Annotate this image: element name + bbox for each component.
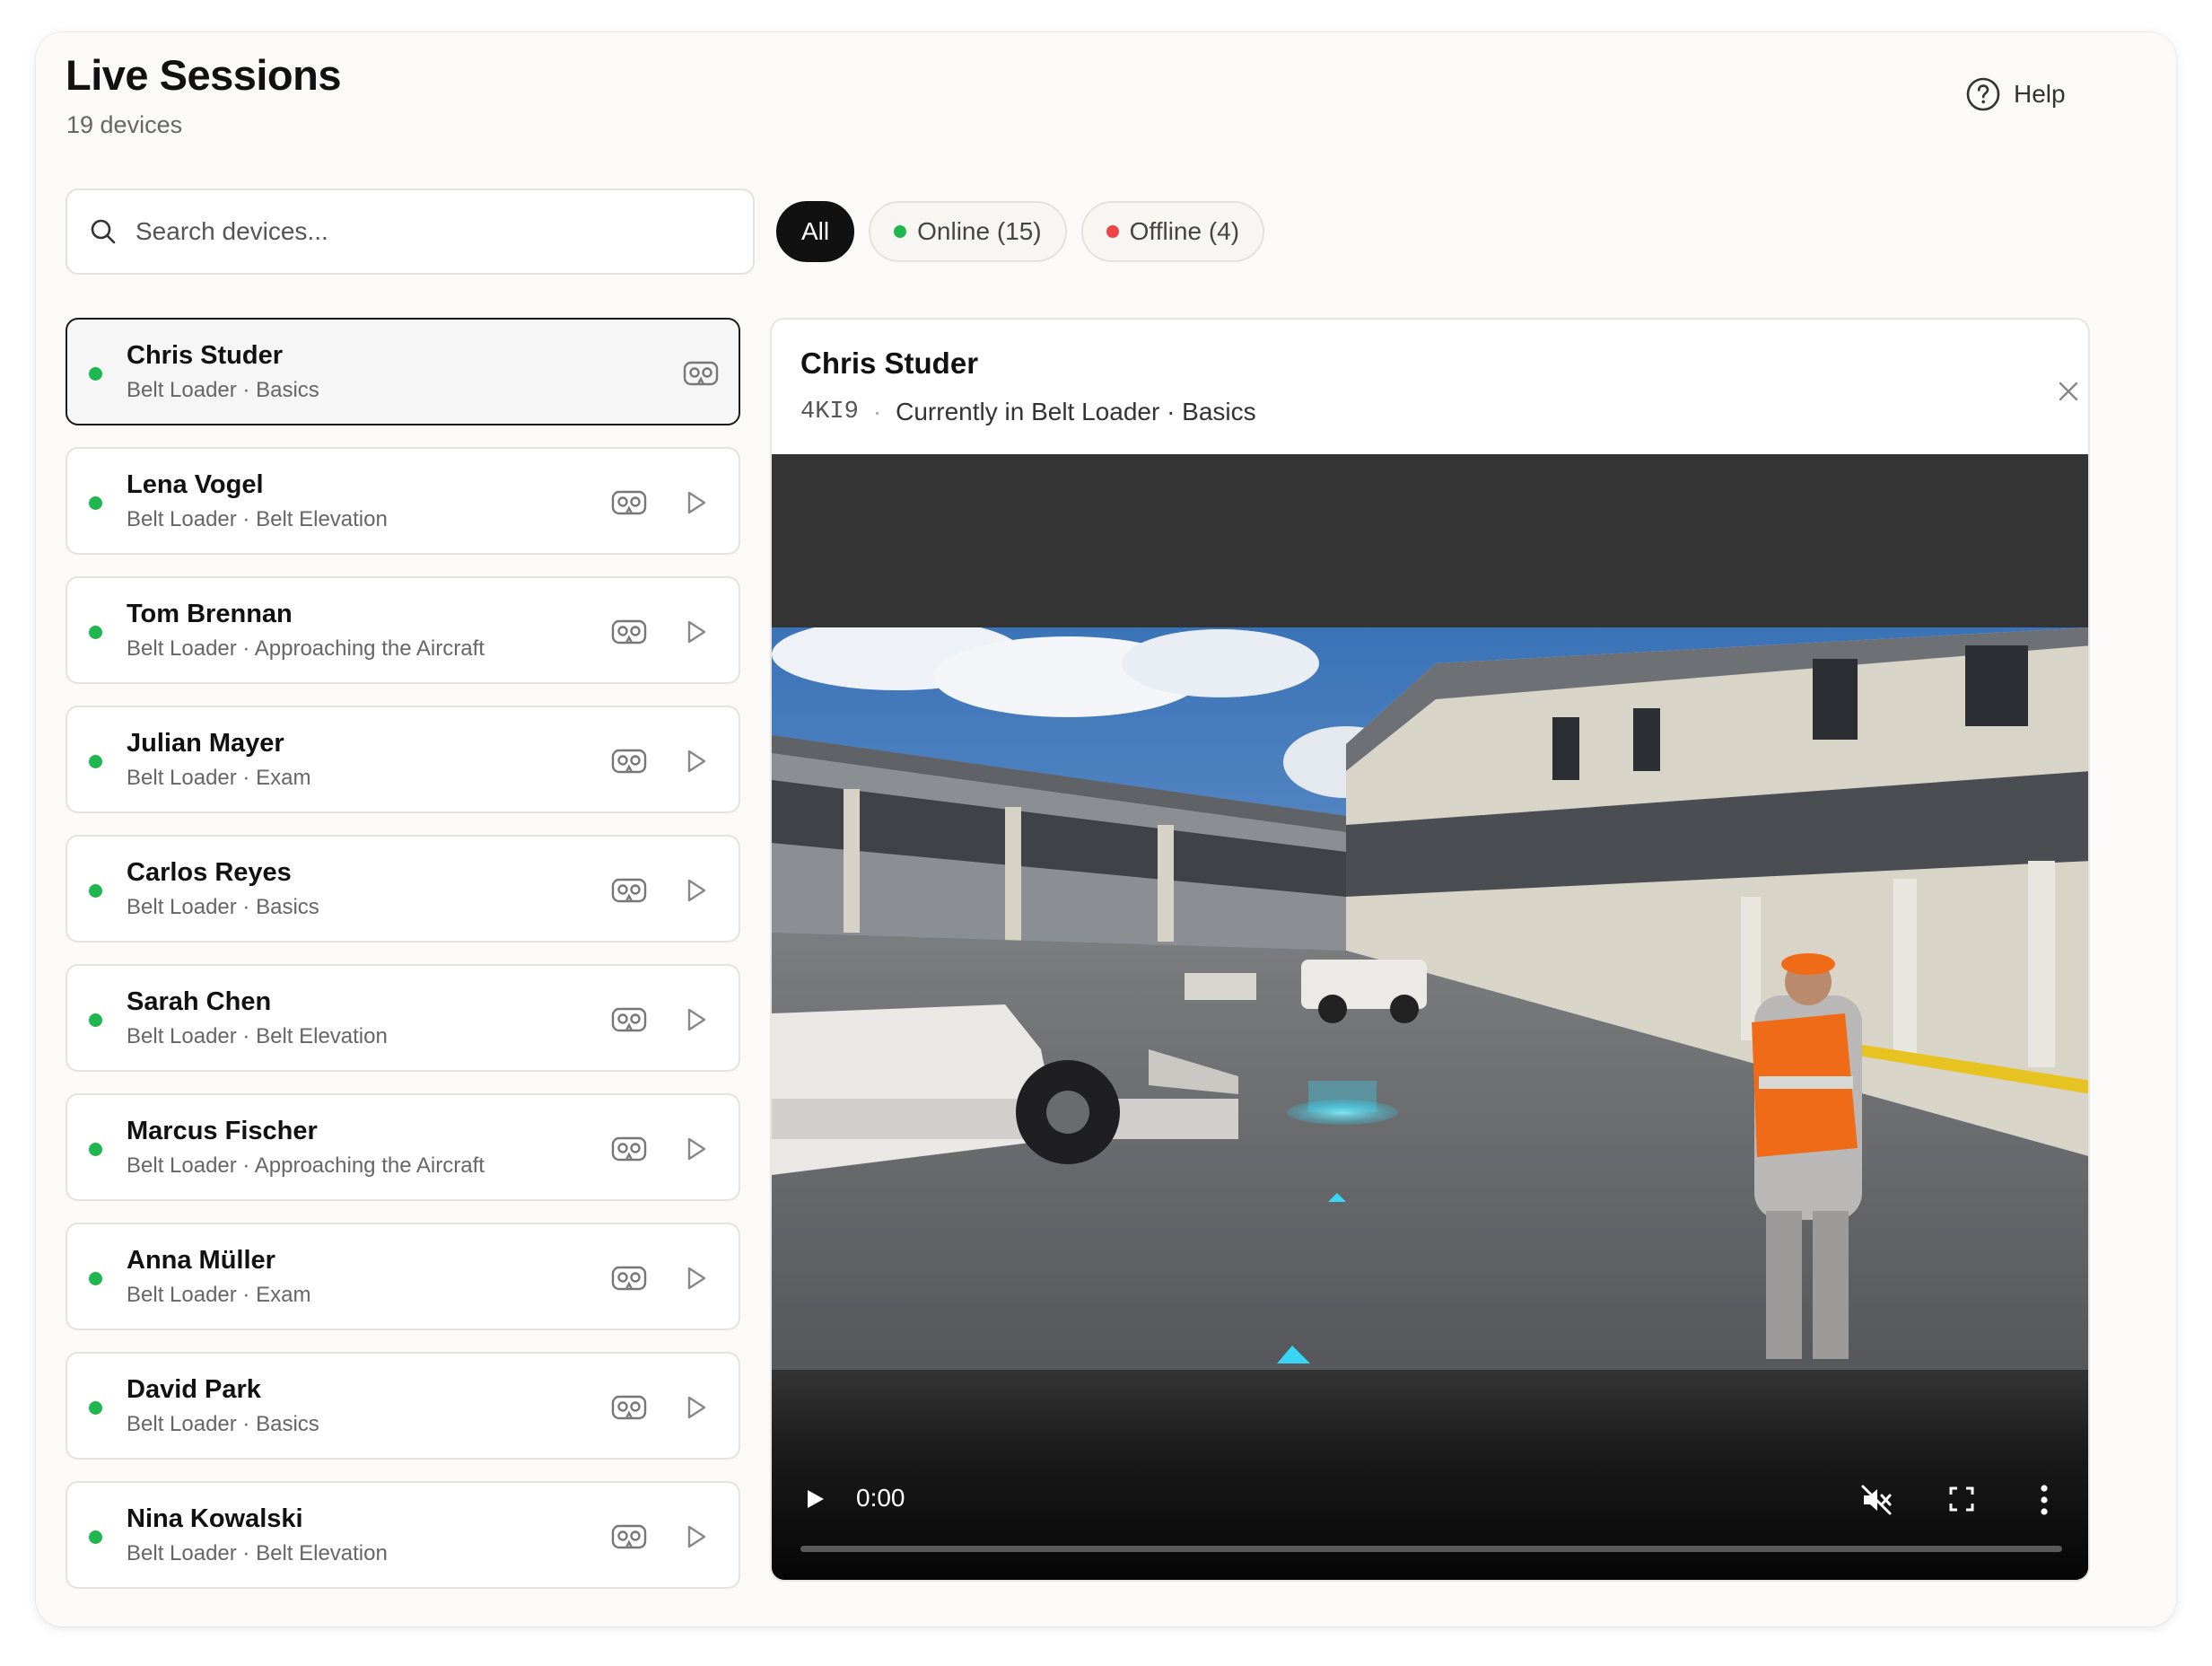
device-activity: Belt Loader · Belt Elevation [127,1024,388,1048]
device-activity: Belt Loader · Basics [127,1412,319,1436]
play-icon[interactable] [683,1004,710,1035]
offline-dot [1106,225,1119,238]
vr-headset-icon[interactable] [611,1523,647,1550]
muted-speaker-icon[interactable] [1859,1483,1893,1517]
session-video-player[interactable]: 0:00 [772,454,2088,1580]
search-icon [91,219,116,244]
device-card[interactable]: Julian Mayer Belt Loader · Exam [66,706,740,813]
help-label: Help [2014,80,2066,108]
play-icon[interactable] [683,1521,710,1552]
live-sessions-window: Live Sessions 19 devices Help All Online… [36,32,2176,1627]
vr-headset-icon[interactable] [611,618,647,645]
online-status-dot [89,1013,102,1027]
current-activity: Currently in Belt Loader · Basics [896,398,1256,425]
fullscreen-icon[interactable] [1947,1485,1976,1513]
device-name: Nina Kowalski [127,1504,303,1533]
device-name: Carlos Reyes [127,858,292,887]
play-icon[interactable] [683,875,710,906]
device-activity: Belt Loader · Approaching the Aircraft [127,1153,485,1178]
device-card[interactable]: Carlos Reyes Belt Loader · Basics [66,835,740,943]
device-name: Chris Studer [127,341,284,370]
play-icon[interactable] [683,487,710,518]
device-card[interactable]: David Park Belt Loader · Basics [66,1352,740,1460]
online-dot [894,225,907,238]
device-activity: Belt Loader · Belt Elevation [127,1541,388,1565]
filter-online-label: Online (15) [917,217,1042,245]
video-controls: 0:00 [772,1370,2088,1580]
online-status-dot [89,884,102,898]
vr-headset-icon[interactable] [611,877,647,904]
search-box[interactable] [66,189,755,275]
vr-headset-icon[interactable] [611,1136,647,1162]
separator: · [872,398,882,425]
play-icon[interactable] [683,1134,710,1164]
filter-offline-label: Offline (4) [1129,217,1240,245]
device-name: Tom Brennan [127,600,293,628]
online-status-dot [89,626,102,639]
vr-headset-icon[interactable] [611,489,647,516]
online-status-dot [89,496,102,510]
device-card[interactable]: Sarah Chen Belt Loader · Belt Elevation [66,964,740,1072]
filter-all-chip[interactable]: All [776,201,855,262]
device-activity: Belt Loader · Exam [127,1283,311,1307]
device-card[interactable]: Anna Müller Belt Loader · Exam [66,1223,740,1330]
vr-session-frame [772,627,2088,1370]
video-progress-bar[interactable] [800,1546,2062,1552]
video-time: 0:00 [856,1484,905,1512]
online-status-dot [89,1143,102,1156]
filter-online-chip[interactable]: Online (15) [869,201,1067,262]
vr-headset-icon[interactable] [683,360,719,387]
video-play-icon[interactable] [802,1486,827,1512]
device-card[interactable]: Tom Brennan Belt Loader · Approaching th… [66,576,740,684]
device-card-selected[interactable]: Chris Studer Belt Loader · Basics [66,318,740,425]
device-activity: Belt Loader · Exam [127,766,311,790]
help-button[interactable]: Help [1965,76,2066,112]
device-name: Marcus Fischer [127,1117,318,1145]
device-list[interactable]: Chris Studer Belt Loader · Basics Lena V… [66,318,740,1616]
device-activity: Belt Loader · Approaching the Aircraft [127,636,485,661]
vr-headset-icon[interactable] [611,1394,647,1421]
device-name: Julian Mayer [127,729,284,758]
filter-offline-chip[interactable]: Offline (4) [1080,201,1265,262]
device-card[interactable]: Nina Kowalski Belt Loader · Belt Elevati… [66,1481,740,1589]
online-status-dot [89,1530,102,1544]
more-options-icon[interactable] [2039,1483,2050,1517]
play-icon[interactable] [683,1392,710,1423]
filter-all-label: All [801,217,830,245]
device-activity: Belt Loader · Basics [127,378,319,402]
device-activity: Belt Loader · Belt Elevation [127,507,388,531]
online-status-dot [89,1272,102,1285]
detail-subtitle: 4KI9 · Currently in Belt Loader · Basics [800,398,1256,426]
device-count: 19 devices [66,111,183,138]
session-detail-panel: Chris Studer 4KI9 · Currently in Belt Lo… [770,318,2090,1582]
play-icon[interactable] [683,746,710,776]
play-icon[interactable] [683,1263,710,1293]
device-name: David Park [127,1375,261,1404]
help-circle-icon [1966,77,2000,111]
online-status-dot [89,1401,102,1415]
search-input[interactable] [136,217,710,246]
detail-device-name: Chris Studer [800,346,979,380]
page-title: Live Sessions [66,51,342,99]
online-status-dot [89,367,102,381]
device-activity: Belt Loader · Basics [127,895,319,919]
device-name: Lena Vogel [127,470,264,499]
vr-headset-icon[interactable] [611,1006,647,1033]
play-icon[interactable] [683,617,710,647]
vr-headset-icon[interactable] [611,1265,647,1292]
device-code: 4KI9 [800,399,859,425]
status-filter-group: All Online (15) Offline (4) [776,201,1265,262]
online-status-dot [89,755,102,768]
device-card[interactable]: Marcus Fischer Belt Loader · Approaching… [66,1093,740,1201]
device-name: Sarah Chen [127,987,272,1016]
device-card[interactable]: Lena Vogel Belt Loader · Belt Elevation [66,447,740,555]
close-icon[interactable] [2053,376,2084,407]
vr-headset-icon[interactable] [611,748,647,775]
device-name: Anna Müller [127,1246,275,1275]
